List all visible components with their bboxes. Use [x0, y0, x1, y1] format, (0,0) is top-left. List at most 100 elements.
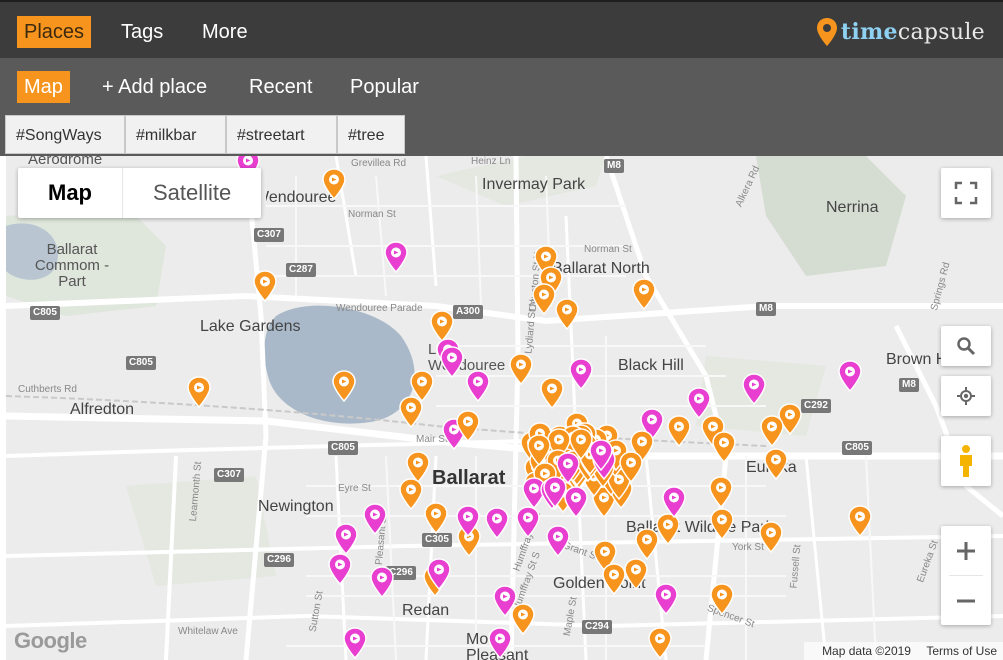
- place-pin-pink[interactable]: [439, 345, 465, 379]
- place-pin-orange[interactable]: [709, 582, 735, 616]
- subnav-recent[interactable]: Recent: [242, 71, 319, 103]
- map-type-map-button[interactable]: Map: [18, 168, 122, 218]
- place-pin-orange[interactable]: [618, 450, 644, 484]
- road-shield: C294: [582, 620, 612, 634]
- place-pin-pink[interactable]: [426, 557, 452, 591]
- place-pin-orange[interactable]: [321, 167, 347, 201]
- search-icon: [957, 337, 976, 356]
- timecapsule-logo[interactable]: timecapsule: [816, 16, 985, 48]
- map-canvas[interactable]: Aerodrome Grevillea Rd Heinz Ln Invermay…: [6, 156, 1003, 660]
- place-pin-pink[interactable]: [465, 369, 491, 403]
- place-pin-pink[interactable]: [588, 438, 614, 472]
- place-pin-pink[interactable]: [369, 565, 395, 599]
- map-type-satellite-button[interactable]: Satellite: [122, 168, 261, 218]
- place-pin-pink[interactable]: [661, 485, 687, 519]
- place-label: Redan: [402, 602, 450, 619]
- road-shield: C307: [254, 228, 284, 242]
- place-pin-orange[interactable]: [666, 414, 692, 448]
- place-pin-orange[interactable]: [758, 520, 784, 554]
- road-shield: C805: [328, 441, 358, 455]
- street-label: Heinz Ln: [471, 156, 511, 167]
- place-label: Invermay Park: [482, 176, 586, 193]
- road-shield: C805: [30, 306, 60, 320]
- place-pin-orange[interactable]: [398, 477, 424, 511]
- place-pin-orange[interactable]: [709, 507, 735, 541]
- tag-milkbar[interactable]: #milkbar: [125, 115, 226, 154]
- street-label: Wendouree Parade: [336, 303, 423, 314]
- place-pin-pink[interactable]: [484, 506, 510, 540]
- tag-tree[interactable]: #tree: [337, 115, 405, 154]
- place-pin-pink[interactable]: [545, 524, 571, 558]
- subnav-popular[interactable]: Popular: [343, 71, 426, 103]
- place-pin-pink[interactable]: [333, 522, 359, 556]
- place-pin-pink[interactable]: [327, 552, 353, 586]
- street-label: Norman St: [348, 209, 396, 220]
- road-shield: M8: [604, 159, 624, 173]
- road-shield: C805: [126, 356, 156, 370]
- place-pin-orange[interactable]: [759, 414, 785, 448]
- street-view-button[interactable]: [941, 436, 991, 486]
- plus-icon: [957, 541, 975, 560]
- place-pin-pink[interactable]: [563, 485, 589, 519]
- subnav-add-place[interactable]: + Add place: [95, 71, 214, 103]
- top-nav-bar: Places Tags More timecapsule: [0, 0, 1003, 58]
- place-pin-orange[interactable]: [539, 376, 565, 410]
- place-pin-orange[interactable]: [186, 375, 212, 409]
- place-pin-orange[interactable]: [711, 430, 737, 464]
- place-pin-orange[interactable]: [423, 501, 449, 535]
- place-pin-orange[interactable]: [708, 475, 734, 509]
- place-pin-pink[interactable]: [342, 626, 368, 660]
- place-pin-pink[interactable]: [487, 626, 513, 660]
- place-pin-orange[interactable]: [331, 369, 357, 403]
- place-pin-orange[interactable]: [398, 395, 424, 429]
- logo-text: timecapsule: [840, 19, 985, 45]
- place-pin-orange[interactable]: [455, 409, 481, 443]
- place-pin-orange[interactable]: [847, 504, 873, 538]
- place-pin-orange[interactable]: [508, 352, 534, 386]
- nav-more[interactable]: More: [195, 16, 255, 48]
- place-label: Newington: [258, 498, 334, 515]
- fullscreen-button[interactable]: [941, 168, 991, 218]
- place-pin-orange[interactable]: [252, 269, 278, 303]
- street-label: Norman St: [584, 244, 632, 255]
- map-search-button[interactable]: [941, 326, 991, 366]
- terms-of-use-link[interactable]: Terms of Use: [926, 644, 997, 658]
- tag-songways[interactable]: #SongWays: [5, 115, 125, 154]
- place-pin-orange[interactable]: [623, 557, 649, 591]
- place-pin-orange[interactable]: [631, 277, 657, 311]
- place-label: Nerrina: [826, 199, 879, 216]
- place-pin-pink[interactable]: [741, 372, 767, 406]
- street-label: Cuthberts Rd: [18, 384, 77, 395]
- place-pin-pink[interactable]: [653, 582, 679, 616]
- place-pin-orange[interactable]: [647, 626, 673, 660]
- google-logo: Google: [14, 628, 87, 653]
- road-shield: C292: [801, 399, 831, 413]
- place-pin-pink[interactable]: [837, 359, 863, 393]
- city-label: Ballarat: [432, 467, 506, 489]
- place-pin-orange[interactable]: [554, 297, 580, 331]
- road-shield: M8: [899, 378, 919, 392]
- place-pin-orange[interactable]: [763, 447, 789, 481]
- zoom-control: [941, 526, 991, 625]
- road-shield: C305: [422, 533, 452, 547]
- place-pin-pink[interactable]: [362, 502, 388, 536]
- place-pin-pink[interactable]: [455, 504, 481, 538]
- road-shield: C307: [214, 468, 244, 482]
- nav-places[interactable]: Places: [17, 16, 92, 48]
- place-label: Alfredton: [70, 401, 135, 418]
- subnav-map[interactable]: Map: [17, 71, 70, 103]
- tag-streetart[interactable]: #streetart: [226, 115, 337, 154]
- my-location-button[interactable]: [941, 376, 991, 416]
- road-shield: C296: [264, 553, 294, 567]
- map-type-control: Map Satellite: [18, 168, 262, 218]
- zoom-out-button[interactable]: [941, 576, 991, 625]
- place-pin-pink[interactable]: [568, 357, 594, 391]
- minus-icon: [957, 599, 975, 602]
- place-pin-pink[interactable]: [383, 240, 409, 274]
- nav-tags[interactable]: Tags: [114, 16, 170, 48]
- place-pin-orange[interactable]: [510, 602, 536, 636]
- zoom-in-button[interactable]: [941, 526, 991, 575]
- place-label: Ballarat Commom - Part: [34, 241, 110, 290]
- sub-nav-bar: Map + Add place Recent Popular: [0, 58, 1003, 115]
- street-label: Whitelaw Ave: [178, 626, 238, 637]
